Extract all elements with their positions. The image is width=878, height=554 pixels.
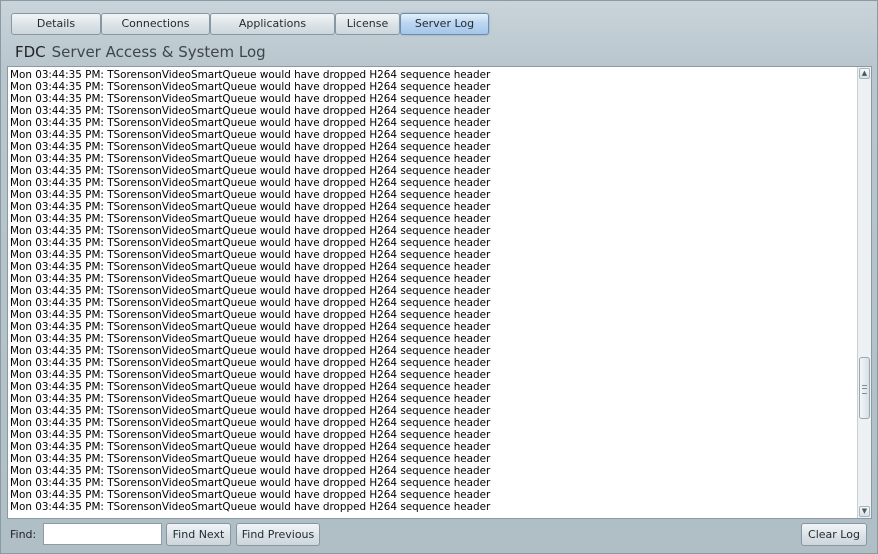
tab-applications[interactable]: Applications: [210, 13, 335, 35]
log-line: Mon 03:44:35 PM: TSorensonVideoSmartQueu…: [10, 381, 491, 393]
log-line: Mon 03:44:35 PM: TSorensonVideoSmartQueu…: [10, 213, 491, 225]
log-line: Mon 03:44:35 PM: TSorensonVideoSmartQueu…: [10, 261, 491, 273]
log-line: Mon 03:44:35 PM: TSorensonVideoSmartQueu…: [10, 189, 491, 201]
page-title-text: Server Access & System Log: [51, 43, 266, 61]
scrollbar-thumb[interactable]: [859, 357, 870, 419]
tab-connections[interactable]: Connections: [101, 13, 210, 35]
log-line: Mon 03:44:35 PM: TSorensonVideoSmartQueu…: [10, 489, 491, 501]
log-line: Mon 03:44:35 PM: TSorensonVideoSmartQueu…: [10, 237, 491, 249]
log-line: Mon 03:44:35 PM: TSorensonVideoSmartQueu…: [10, 393, 491, 405]
log-line: Mon 03:44:35 PM: TSorensonVideoSmartQueu…: [10, 321, 491, 333]
log-line: Mon 03:44:35 PM: TSorensonVideoSmartQueu…: [10, 345, 491, 357]
log-line: Mon 03:44:35 PM: TSorensonVideoSmartQueu…: [10, 273, 491, 285]
log-line: Mon 03:44:35 PM: TSorensonVideoSmartQueu…: [10, 333, 491, 345]
log-line: Mon 03:44:35 PM: TSorensonVideoSmartQueu…: [10, 81, 491, 93]
find-label: Find:: [10, 528, 37, 541]
log-line: Mon 03:44:35 PM: TSorensonVideoSmartQueu…: [10, 369, 491, 381]
vertical-scrollbar[interactable]: ▲ ▼: [857, 67, 871, 518]
server-log-panel[interactable]: Mon 03:44:35 PM: TSorensonVideoSmartQueu…: [7, 66, 872, 519]
tab-license[interactable]: License: [335, 13, 400, 35]
find-previous-button[interactable]: Find Previous: [236, 523, 320, 546]
log-line: Mon 03:44:35 PM: TSorensonVideoSmartQueu…: [10, 69, 491, 81]
scroll-down-arrow-icon[interactable]: ▼: [859, 506, 870, 517]
log-line: Mon 03:44:35 PM: TSorensonVideoSmartQueu…: [10, 165, 491, 177]
find-next-button[interactable]: Find Next: [166, 523, 231, 546]
log-line: Mon 03:44:35 PM: TSorensonVideoSmartQueu…: [10, 417, 491, 429]
log-line: Mon 03:44:35 PM: TSorensonVideoSmartQueu…: [10, 177, 491, 189]
log-line: Mon 03:44:35 PM: TSorensonVideoSmartQueu…: [10, 117, 491, 129]
log-line: Mon 03:44:35 PM: TSorensonVideoSmartQueu…: [10, 477, 491, 489]
log-line: Mon 03:44:35 PM: TSorensonVideoSmartQueu…: [10, 105, 491, 117]
log-line: Mon 03:44:35 PM: TSorensonVideoSmartQueu…: [10, 441, 491, 453]
log-line: Mon 03:44:35 PM: TSorensonVideoSmartQueu…: [10, 405, 491, 417]
log-line: Mon 03:44:35 PM: TSorensonVideoSmartQueu…: [10, 309, 491, 321]
log-line: Mon 03:44:35 PM: TSorensonVideoSmartQueu…: [10, 453, 491, 465]
log-line: Mon 03:44:35 PM: TSorensonVideoSmartQueu…: [10, 357, 491, 369]
log-line: Mon 03:44:35 PM: TSorensonVideoSmartQueu…: [10, 141, 491, 153]
log-line: Mon 03:44:35 PM: TSorensonVideoSmartQueu…: [10, 465, 491, 477]
grip-icon: [862, 385, 867, 394]
log-line: Mon 03:44:35 PM: TSorensonVideoSmartQueu…: [10, 93, 491, 105]
log-line: Mon 03:44:35 PM: TSorensonVideoSmartQueu…: [10, 129, 491, 141]
tab-server-log[interactable]: Server Log: [400, 13, 489, 35]
find-input[interactable]: [43, 523, 162, 545]
tab-details[interactable]: Details: [11, 13, 101, 35]
log-line: Mon 03:44:35 PM: TSorensonVideoSmartQueu…: [10, 429, 491, 441]
clear-log-button[interactable]: Clear Log: [801, 523, 867, 546]
page-title: FDC Server Access & System Log: [15, 43, 266, 61]
scroll-up-arrow-icon[interactable]: ▲: [859, 68, 870, 79]
log-line: Mon 03:44:35 PM: TSorensonVideoSmartQueu…: [10, 297, 491, 309]
log-line: Mon 03:44:35 PM: TSorensonVideoSmartQueu…: [10, 225, 491, 237]
log-line: Mon 03:44:35 PM: TSorensonVideoSmartQueu…: [10, 285, 491, 297]
server-admin-window: Details Connections Applications License…: [0, 0, 878, 554]
log-line: Mon 03:44:35 PM: TSorensonVideoSmartQueu…: [10, 501, 491, 513]
page-title-prefix: FDC: [15, 43, 46, 61]
log-line: Mon 03:44:35 PM: TSorensonVideoSmartQueu…: [10, 201, 491, 213]
log-line: Mon 03:44:35 PM: TSorensonVideoSmartQueu…: [10, 153, 491, 165]
log-line: Mon 03:44:35 PM: TSorensonVideoSmartQueu…: [10, 249, 491, 261]
log-lines: Mon 03:44:35 PM: TSorensonVideoSmartQueu…: [8, 67, 857, 518]
